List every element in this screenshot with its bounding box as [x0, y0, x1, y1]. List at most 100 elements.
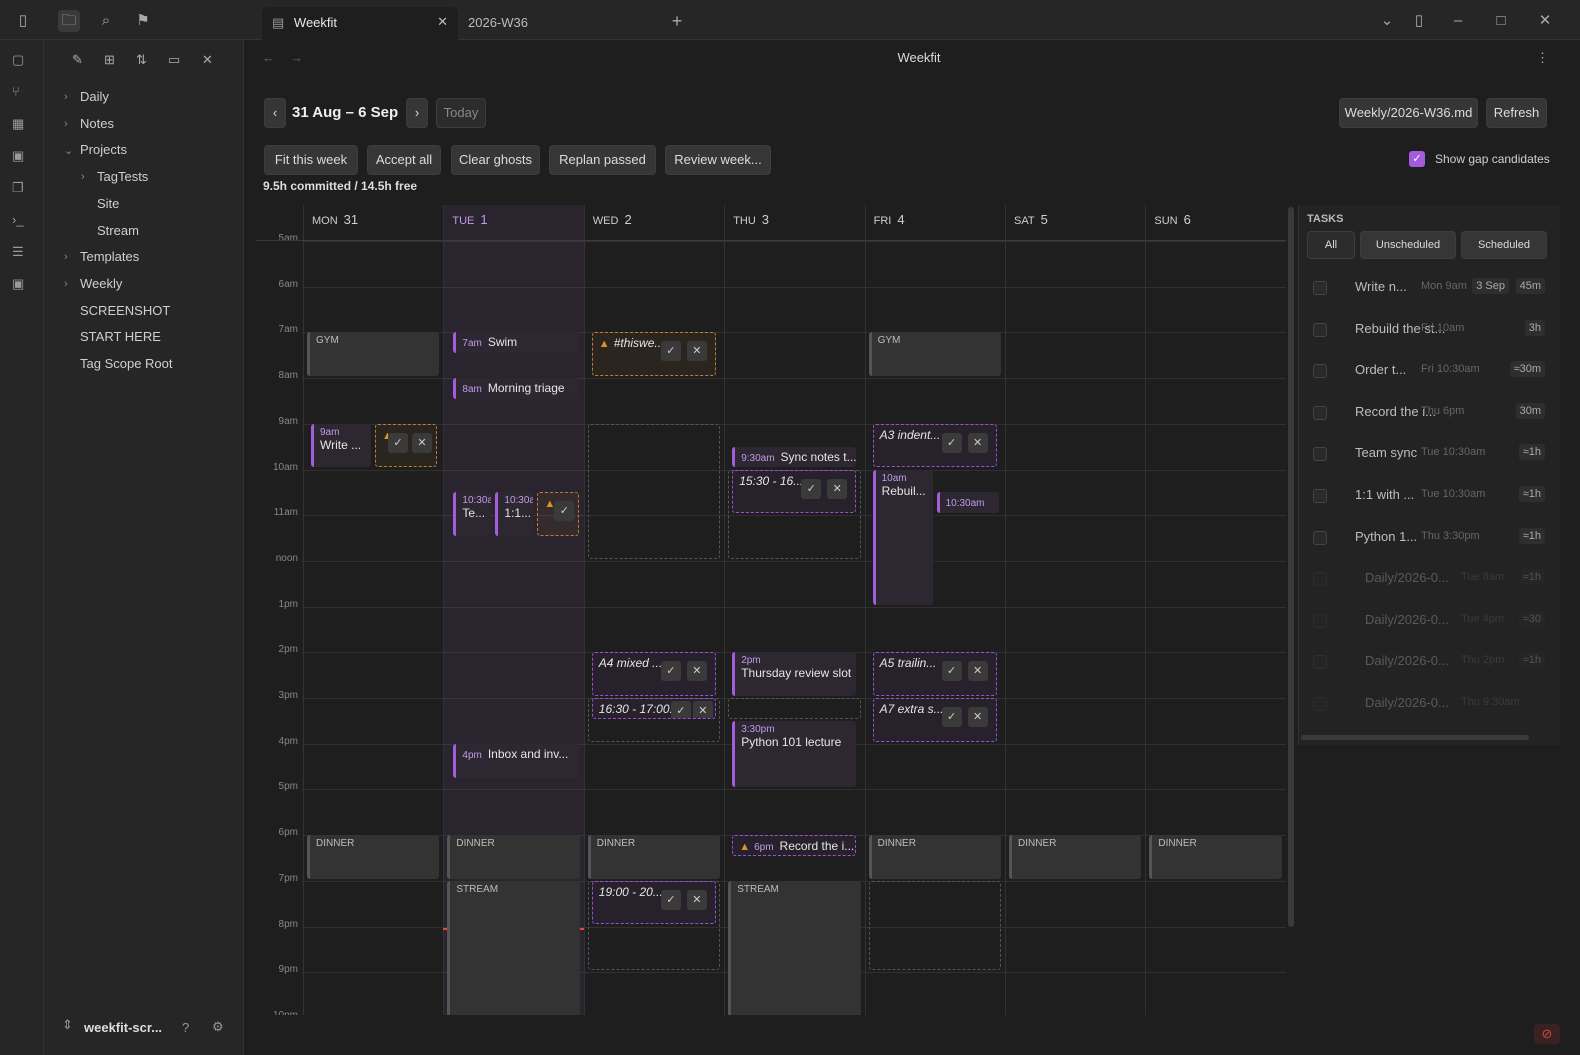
tab-all[interactable]: All	[1307, 231, 1355, 259]
task-row[interactable]: Daily/2026-0... Thu 2pm ≈1h	[1307, 645, 1553, 679]
tab-weekfit[interactable]: ▤ Weekfit ✕	[262, 7, 458, 40]
task-row[interactable]: Order t... Fri 10:30am ≈30m	[1307, 354, 1553, 388]
sidebar-toggle-icon[interactable]: ▯	[12, 10, 34, 32]
accept-all-button[interactable]: Accept all	[367, 145, 441, 175]
files-icon[interactable]: 🗀	[58, 10, 80, 32]
ghost-slot[interactable]: ▲ ✓	[537, 492, 580, 537]
ghost-slot[interactable]: ▲✓✕	[375, 423, 437, 468]
tab-2026-w36[interactable]: 2026-W36	[458, 7, 658, 40]
collapse-icon[interactable]: ▭	[168, 52, 180, 68]
gap-candidate[interactable]	[868, 880, 1001, 971]
tab-unscheduled[interactable]: Unscheduled	[1360, 231, 1456, 259]
event-rebuild[interactable]: 10am Rebuil...	[872, 469, 933, 605]
search-icon[interactable]: ⌕	[95, 10, 117, 32]
ghost-1530[interactable]: 15:30 - 16... ✓ ✕	[732, 469, 857, 514]
next-week-button[interactable]: ›	[406, 98, 428, 128]
task-checkbox[interactable]	[1313, 572, 1327, 587]
page-icon[interactable]: ▢	[12, 52, 34, 74]
accept-icon[interactable]: ✓	[941, 661, 962, 682]
copy-icon[interactable]: ❐	[12, 180, 34, 202]
dinner-block[interactable]: DINNER	[447, 835, 580, 879]
day-header[interactable]: FRI 4	[866, 205, 1006, 241]
ghost-1900[interactable]: 19:00 - 20... ✓ ✕	[591, 880, 716, 925]
reject-icon[interactable]: ✕	[686, 341, 707, 362]
task-checkbox[interactable]	[1313, 281, 1327, 295]
stream-block[interactable]: STREAM	[728, 880, 861, 1015]
event-morning-triage[interactable]: 8am Morning triage	[453, 378, 580, 399]
event-one-on-one[interactable]: 10:30a 1:1...	[495, 492, 534, 537]
prev-week-button[interactable]: ‹	[264, 98, 286, 128]
ghost-thisweek[interactable]: ▲ #thiswe... ✓ ✕	[591, 332, 716, 377]
vault-switch-icon[interactable]: ⇕	[62, 1017, 73, 1033]
ghost-a3[interactable]: A3 indent... ✓ ✕	[872, 423, 997, 468]
gap-candidate[interactable]	[728, 698, 861, 719]
day-header[interactable]: TUE 1	[444, 205, 584, 241]
close-all-icon[interactable]: ✕	[202, 52, 213, 68]
stream-block[interactable]: STREAM	[447, 880, 580, 1015]
chevron-down-icon[interactable]: ⌄	[64, 144, 73, 157]
day-header[interactable]: MON 31	[304, 205, 444, 241]
task-row[interactable]: Write n... Mon 9am 3 Sep 45m	[1307, 271, 1553, 305]
close-icon[interactable]: ✕	[437, 14, 448, 30]
dinner-block[interactable]: DINNER	[1149, 835, 1282, 879]
review-week-button[interactable]: Review week...	[665, 145, 771, 175]
vault-name[interactable]: weekfit-scr...	[84, 1020, 162, 1035]
accept-icon[interactable]: ✓	[670, 701, 691, 718]
right-sidebar-icon[interactable]: ▯	[1408, 10, 1430, 32]
reject-icon[interactable]: ✕	[967, 432, 988, 453]
accept-icon[interactable]: ✓	[554, 501, 575, 522]
sidebar-item[interactable]: START HERE	[80, 326, 161, 348]
new-note-icon[interactable]: ✎	[72, 52, 83, 68]
accept-icon[interactable]: ✓	[660, 341, 681, 362]
task-row[interactable]: Daily/2026-0... Thu 9:30am	[1307, 687, 1553, 721]
event-thursday-review[interactable]: 2pm Thursday review slot	[732, 652, 857, 696]
help-icon[interactable]: ?	[182, 1020, 189, 1035]
sidebar-item[interactable]: Stream	[97, 220, 139, 242]
gap-candidate[interactable]	[587, 423, 721, 559]
task-checkbox[interactable]	[1313, 489, 1327, 503]
chevron-right-icon[interactable]: ›	[64, 251, 68, 263]
calendar-icon[interactable]: ▣	[12, 148, 34, 170]
task-row[interactable]: Record the i... Thu 6pm 30m	[1307, 396, 1553, 430]
task-checkbox[interactable]	[1313, 364, 1327, 379]
ghost-a7[interactable]: A7 extra s... ✓ ✕	[872, 698, 997, 742]
task-checkbox[interactable]	[1313, 613, 1327, 628]
new-folder-icon[interactable]: ⊞	[104, 52, 115, 68]
day-header[interactable]: WED 2	[585, 205, 725, 241]
minimize-icon[interactable]: –	[1447, 10, 1469, 32]
calendar-check-icon[interactable]: ▣	[12, 276, 34, 298]
chevron-right-icon[interactable]: ›	[64, 118, 68, 130]
event-team-sync[interactable]: 10:30a Te...	[453, 492, 492, 537]
event-record[interactable]: ▲ 6pm Record the i...	[732, 835, 857, 856]
gym-block[interactable]: GYM	[307, 332, 440, 377]
reject-icon[interactable]: ✕	[967, 707, 988, 727]
accept-icon[interactable]: ✓	[941, 707, 962, 727]
event-write-notes[interactable]: 9am Write ...	[311, 423, 371, 468]
accept-icon[interactable]: ✓	[801, 478, 822, 499]
today-button[interactable]: Today	[436, 98, 486, 128]
reject-icon[interactable]: ✕	[686, 889, 707, 910]
accept-icon[interactable]: ✓	[941, 432, 962, 453]
day-header[interactable]: SAT 5	[1006, 205, 1146, 241]
sidebar-item[interactable]: Site	[97, 193, 119, 215]
forward-icon[interactable]: →	[290, 50, 303, 65]
sync-off-icon[interactable]: ⊘	[1534, 1024, 1560, 1044]
reject-icon[interactable]: ✕	[827, 478, 848, 499]
task-row[interactable]: Daily/2026-0... Tue 8am ≈1h	[1307, 562, 1553, 596]
ghost-a5[interactable]: A5 trailin... ✓ ✕	[872, 652, 997, 696]
chevron-right-icon[interactable]: ›	[81, 171, 85, 183]
refresh-button[interactable]: Refresh	[1486, 98, 1547, 128]
chevron-right-icon[interactable]: ›	[64, 91, 68, 103]
task-row[interactable]: Rebuild the st... Fri 10am 3h	[1307, 313, 1553, 347]
sidebar-item[interactable]: Notes	[80, 113, 114, 135]
task-row[interactable]: Team sync Tue 10:30am ≈1h	[1307, 437, 1553, 471]
clear-ghosts-button[interactable]: Clear ghosts	[451, 145, 540, 175]
more-options-icon[interactable]: ⋮	[1536, 50, 1549, 66]
fit-week-button[interactable]: Fit this week	[264, 145, 358, 175]
list-icon[interactable]: ☰	[12, 244, 34, 266]
new-tab-icon[interactable]: +	[666, 10, 688, 32]
window-close-icon[interactable]: ✕	[1534, 10, 1556, 32]
sidebar-item[interactable]: SCREENSHOT	[80, 300, 170, 322]
tasks-scrollbar[interactable]	[1301, 735, 1529, 740]
dinner-block[interactable]: DINNER	[587, 835, 721, 879]
